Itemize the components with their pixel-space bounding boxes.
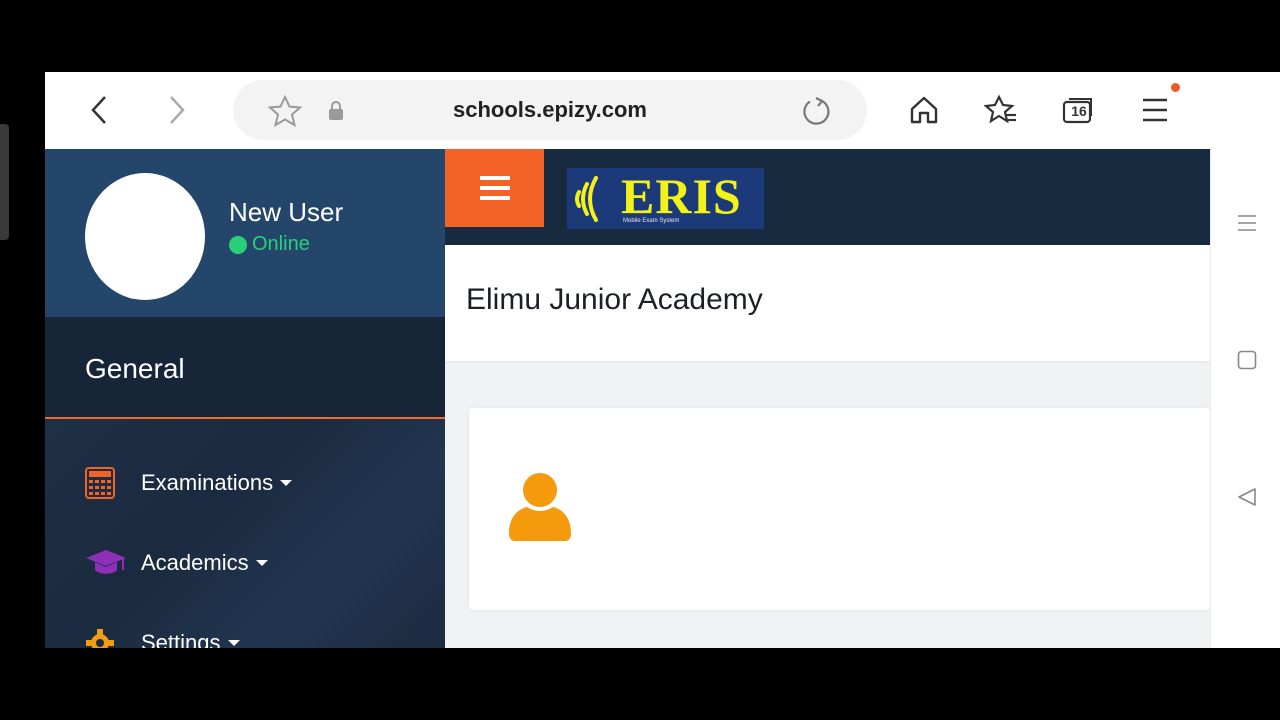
graduation-cap-icon	[85, 548, 141, 578]
caret-down-icon	[280, 480, 293, 486]
address-bar[interactable]: schools.epizy.com	[233, 80, 867, 140]
page-title-bar: Elimu Junior Academy	[445, 245, 1210, 361]
sidebar-item-examinations[interactable]: Examinations	[85, 463, 293, 503]
tab-count: 16	[1071, 103, 1087, 119]
signal-waves-icon	[575, 176, 598, 222]
section-header-general: General	[45, 317, 445, 419]
system-edge-handle	[0, 124, 9, 240]
chevron-left-icon	[91, 96, 106, 124]
bookmarks-button[interactable]	[983, 92, 1019, 128]
device-screen: schools.epizy.com 16 New User Online Gen…	[45, 72, 1280, 648]
online-dot-icon	[229, 235, 247, 254]
back-nav-button[interactable]	[1235, 485, 1259, 509]
reload-icon[interactable]	[799, 94, 833, 128]
menu-button[interactable]	[1137, 92, 1173, 128]
home-icon	[910, 96, 938, 124]
sidebar-menu: Examinations Academics Settings	[45, 419, 445, 648]
browser-toolbar: schools.epizy.com 16	[45, 72, 1280, 149]
square-icon	[1237, 350, 1257, 370]
url-text[interactable]: schools.epizy.com	[233, 80, 867, 140]
web-page: New User Online General Examinations Aca…	[45, 149, 1210, 648]
avatar[interactable]	[85, 173, 205, 300]
sidebar-item-label: Examinations	[141, 470, 274, 495]
system-nav-bar	[1210, 149, 1280, 648]
bookmarks-list-icon	[984, 94, 1016, 124]
triangle-back-icon	[1238, 488, 1256, 506]
home-nav-button[interactable]	[1235, 348, 1259, 372]
info-card	[469, 408, 1210, 610]
hamburger-menu-icon	[479, 176, 510, 200]
logo-text: ERIS	[621, 168, 742, 224]
recent-apps-icon	[1238, 215, 1256, 231]
sidebar-toggle-button[interactable]	[445, 149, 544, 227]
status-indicator: Online	[229, 233, 310, 256]
eris-logo[interactable]: ERIS Mobile Exam System	[567, 168, 764, 229]
user-name: New User	[229, 197, 344, 227]
chevron-right-icon	[170, 96, 185, 124]
gear-icon	[85, 628, 141, 648]
caret-down-icon	[255, 560, 268, 566]
user-icon	[509, 473, 571, 541]
logo-tagline: Mobile Exam System	[623, 218, 680, 224]
hamburger-menu-icon	[1143, 98, 1167, 122]
sidebar-item-label: Settings	[141, 630, 221, 648]
tabs-button[interactable]: 16	[1060, 92, 1096, 128]
status-text: Online	[252, 233, 310, 255]
user-profile-panel: New User Online	[45, 149, 445, 317]
home-button[interactable]	[907, 92, 941, 128]
caret-down-icon	[227, 640, 240, 646]
sidebar-item-academics[interactable]: Academics	[85, 543, 268, 583]
sidebar: New User Online General Examinations Aca…	[45, 149, 445, 648]
section-title: General	[85, 353, 185, 384]
back-button[interactable]	[81, 90, 117, 130]
app-header: ERIS Mobile Exam System	[445, 149, 1210, 245]
forward-button[interactable]	[159, 90, 195, 130]
sidebar-item-settings[interactable]: Settings	[85, 623, 240, 648]
calculator-icon	[85, 467, 141, 499]
page-title: Elimu Junior Academy	[466, 283, 763, 316]
sidebar-item-label: Academics	[141, 550, 249, 575]
recent-apps-button[interactable]	[1235, 211, 1259, 235]
notification-dot	[1171, 83, 1180, 92]
